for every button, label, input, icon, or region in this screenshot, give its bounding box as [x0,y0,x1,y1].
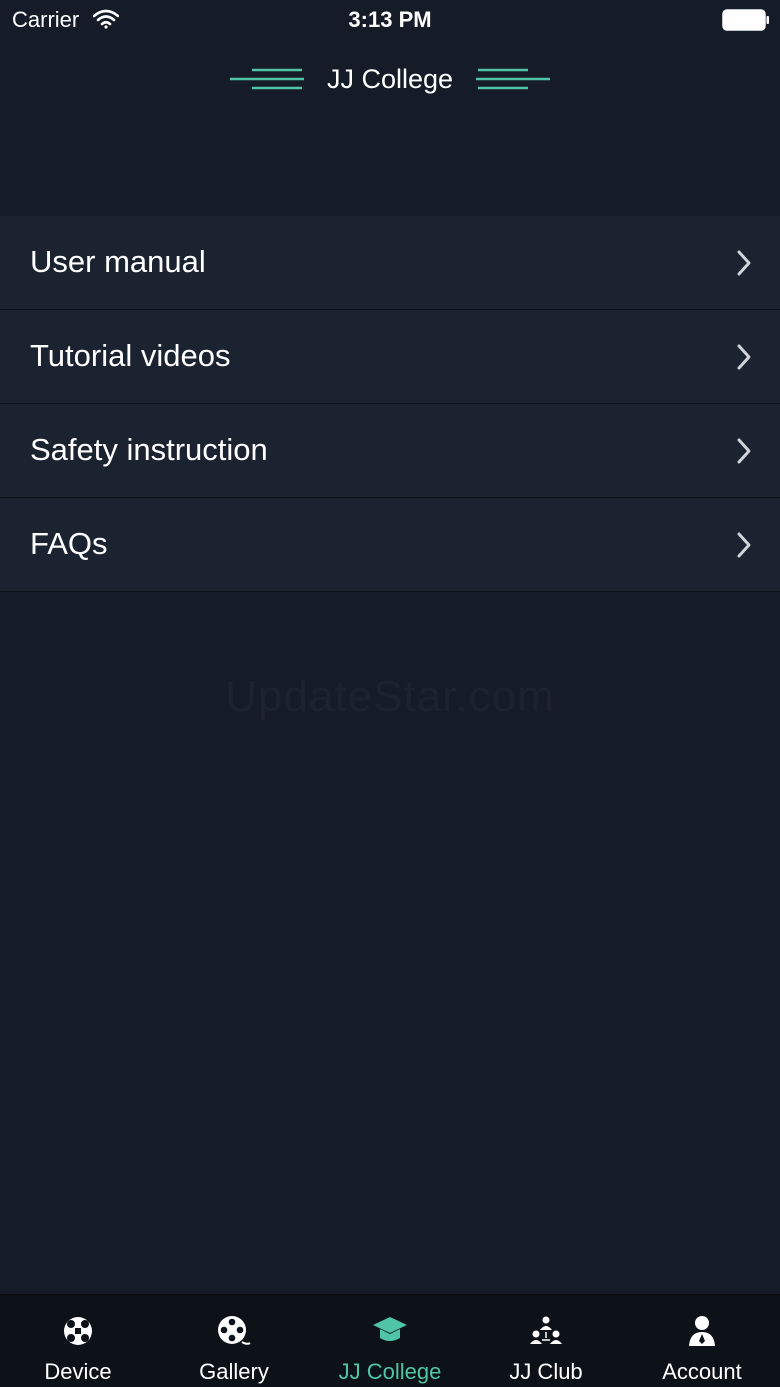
menu-item-label: Safety instruction [30,432,268,467]
graduation-cap-icon [373,1317,407,1341]
menu-item-safety-instruction[interactable]: Safety instruction [0,404,780,498]
tab-label: Gallery [199,1359,269,1384]
chevron-right-icon [737,344,751,370]
group-icon [530,1316,562,1344]
chevron-right-icon [737,532,751,558]
chevron-right-icon [737,250,751,276]
tab-account[interactable]: Account [624,1295,780,1387]
status-bar: Carrier 3:13 PM [0,0,780,40]
college-menu-list: User manual Tutorial videos Safety instr… [0,216,780,592]
battery-icon [722,9,769,31]
tab-bar: Device Gallery JJ College JJ Club Accoun… [0,1294,780,1387]
screen: Carrier 3:13 PM JJ College User manual T… [0,0,780,1387]
tab-gallery[interactable]: Gallery [156,1295,312,1387]
chevron-right-icon [737,438,751,464]
menu-item-tutorial-videos[interactable]: Tutorial videos [0,310,780,404]
menu-item-label: User manual [30,244,206,279]
watermark-text: UpdateStar.com [225,672,555,721]
film-reel-icon [218,1316,251,1345]
nav-bar: JJ College [0,40,780,128]
menu-item-label: Tutorial videos [30,338,231,373]
user-icon [689,1316,715,1346]
clock-time: 3:13 PM [348,7,432,32]
tab-label: JJ College [338,1359,442,1384]
tab-label: Account [662,1359,742,1384]
tab-jj-college[interactable]: JJ College [312,1295,468,1387]
tab-label: JJ Club [509,1359,583,1384]
menu-item-user-manual[interactable]: User manual [0,216,780,310]
drone-icon [64,1317,92,1345]
page-title: JJ College [326,64,454,94]
tab-label: Device [44,1359,112,1384]
menu-item-faqs[interactable]: FAQs [0,498,780,592]
tab-device[interactable]: Device [0,1295,156,1387]
menu-item-label: FAQs [30,526,108,561]
tab-jj-club[interactable]: JJ Club [468,1295,624,1387]
title-decoration-right-icon [476,68,550,90]
